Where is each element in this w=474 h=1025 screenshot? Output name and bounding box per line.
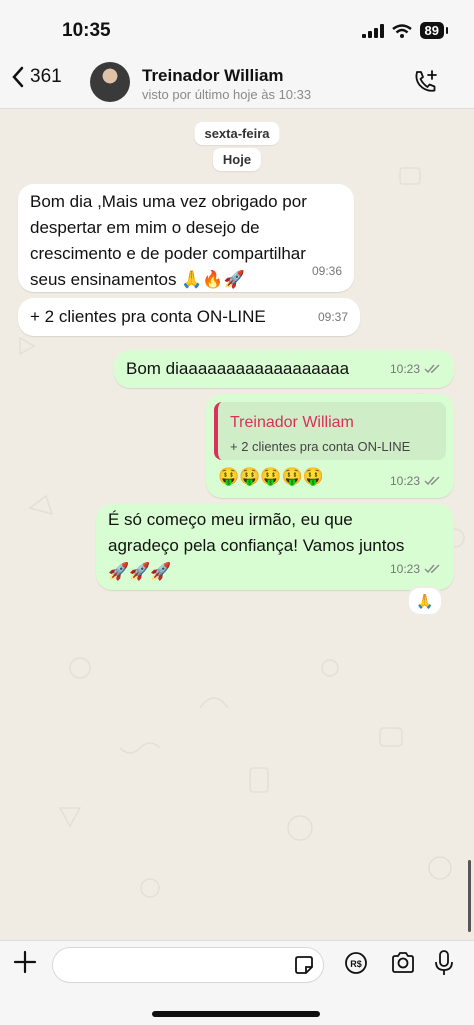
- message-time: 10:23: [389, 474, 420, 488]
- camera-icon[interactable]: [390, 951, 416, 975]
- message-bubble-outgoing-reply[interactable]: Treinador William + 2 clientes pra conta…: [206, 394, 454, 498]
- message-line: seus ensinamentos 🙏🔥🚀: [30, 270, 245, 289]
- message-line: É só começo meu irmão, eu que: [108, 510, 353, 529]
- status-time: 10:35: [62, 20, 111, 41]
- message-reaction[interactable]: 🙏: [407, 586, 443, 616]
- unread-count: 361: [30, 66, 62, 87]
- quoted-text: + 2 clientes pra conta ON-LINE: [230, 439, 411, 454]
- microphone-icon[interactable]: [434, 949, 454, 977]
- message-meta: 10:23: [390, 468, 442, 494]
- sticker-icon[interactable]: [293, 954, 315, 976]
- message-time: 09:36: [311, 264, 342, 278]
- scrollbar[interactable]: [468, 860, 471, 932]
- message-meta: 10:23: [390, 556, 442, 582]
- battery-indicator: 89: [419, 22, 449, 39]
- message-line: crescimento e de poder compartilhar: [30, 244, 306, 263]
- message-bubble-incoming[interactable]: + 2 clientes pra conta ON-LINE 09:37: [18, 298, 360, 336]
- plus-icon[interactable]: [12, 949, 38, 975]
- message-time: 10:23: [389, 562, 420, 576]
- status-icons: 89: [361, 22, 449, 39]
- message-line: Bom dia ,Mais uma vez obrigado por: [30, 192, 307, 211]
- contact-avatar[interactable]: [90, 62, 130, 102]
- payment-icon[interactable]: R$: [344, 951, 368, 975]
- message-meta: 09:37: [318, 304, 348, 330]
- status-bar: 10:35 89: [0, 0, 474, 56]
- date-separator: sexta-feira: [194, 122, 280, 145]
- home-indicator: [152, 1011, 320, 1017]
- double-check-icon: [424, 564, 440, 574]
- message-line: despertar em mim o desejo de: [30, 218, 260, 237]
- quoted-message[interactable]: Treinador William + 2 clientes pra conta…: [214, 402, 446, 460]
- message-time: 10:23: [389, 362, 420, 376]
- chat-header: 361 Treinador William visto por último h…: [0, 56, 474, 109]
- chat-area[interactable]: sexta-feira Hoje Bom dia ,Mais uma vez o…: [0, 108, 474, 940]
- message-bubble-incoming[interactable]: Bom dia ,Mais uma vez obrigado por despe…: [18, 184, 354, 292]
- svg-text:R$: R$: [350, 959, 362, 969]
- chevron-left-icon: [12, 66, 24, 88]
- double-check-icon: [424, 476, 440, 486]
- message-text: Bom diaaaaaaaaaaaaaaaaaa: [126, 359, 350, 378]
- double-check-icon: [424, 364, 440, 374]
- cellular-signal-icon: [361, 23, 384, 38]
- message-input[interactable]: [52, 947, 324, 983]
- add-call-icon[interactable]: [412, 68, 440, 96]
- contact-name[interactable]: Treinador William: [142, 66, 284, 86]
- message-text: + 2 clientes pra conta ON-LINE: [30, 307, 266, 326]
- message-bubble-outgoing[interactable]: Bom diaaaaaaaaaaaaaaaaaa 10:23: [114, 350, 454, 388]
- date-separator-today: Hoje: [212, 148, 262, 171]
- message-line: 🚀🚀🚀: [108, 562, 172, 581]
- input-bar: R$: [0, 940, 474, 1025]
- message-time: 09:37: [317, 310, 348, 324]
- message-bubble-outgoing[interactable]: É só começo meu irmão, eu que agradeço p…: [96, 504, 454, 590]
- message-meta: 10:23: [390, 356, 442, 382]
- message-text: 🤑🤑🤑🤑🤑: [218, 467, 324, 486]
- message-line: agradeço pela confiança! Vamos juntos: [108, 536, 405, 555]
- last-seen-status: visto por último hoje às 10:33: [142, 87, 312, 102]
- back-button[interactable]: 361: [12, 66, 62, 88]
- quoted-author: Treinador William: [230, 414, 354, 431]
- wifi-icon: [391, 23, 412, 38]
- message-meta: 09:36: [312, 258, 342, 284]
